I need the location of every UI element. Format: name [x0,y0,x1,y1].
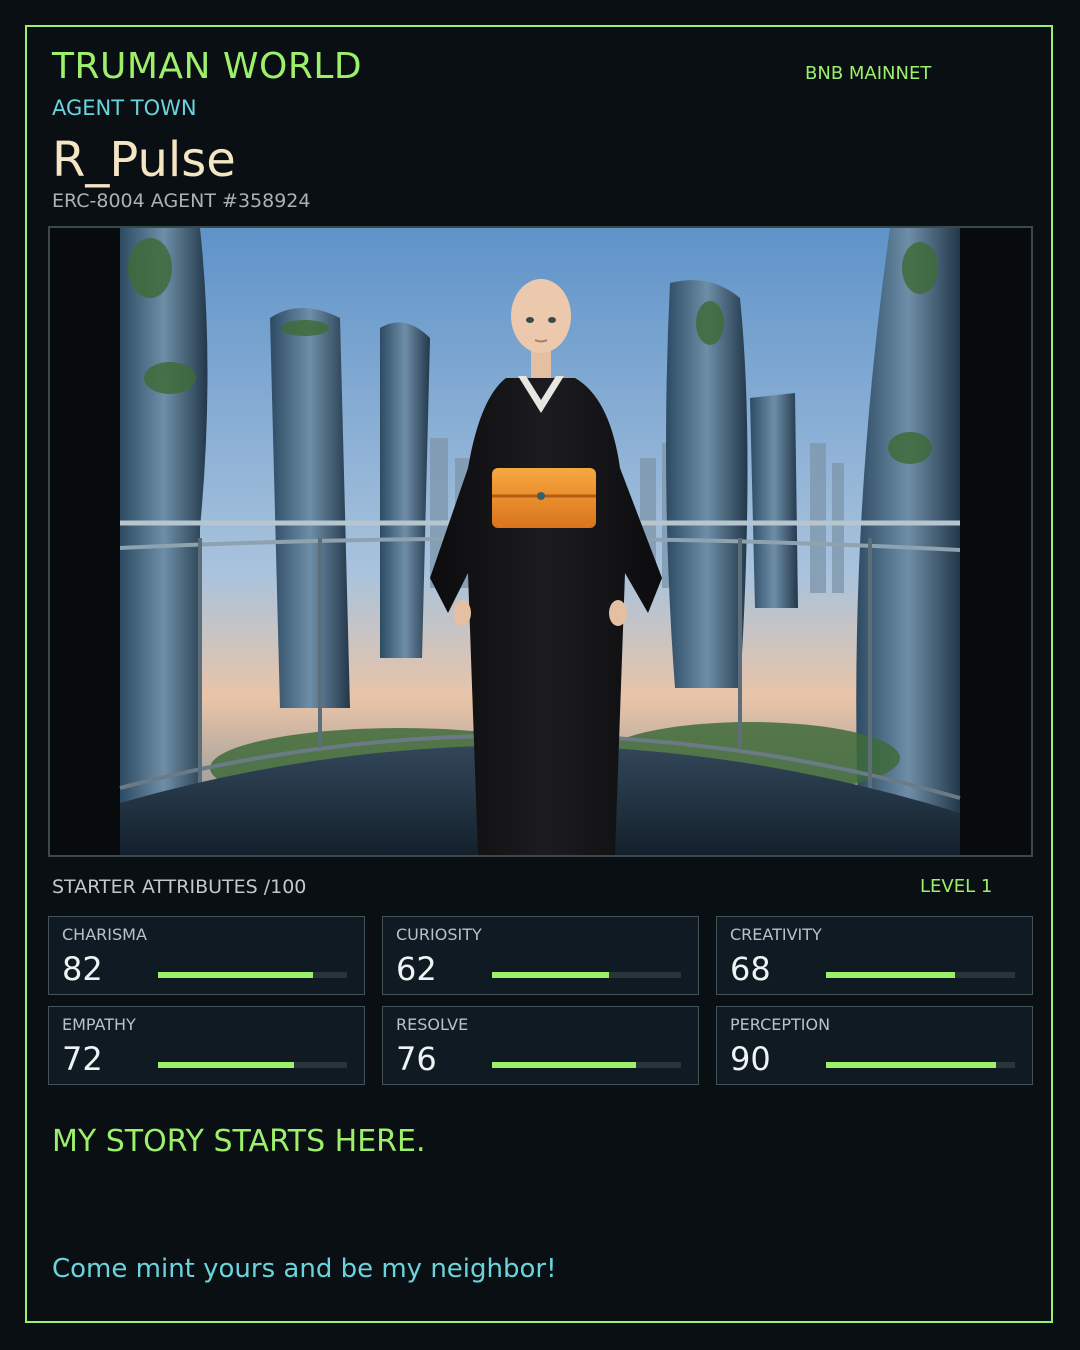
stat-value: 76 [396,1040,437,1078]
stat-bar [158,972,347,978]
agent-portrait [48,226,1033,857]
stat-value: 82 [62,950,103,988]
stat-charisma: CHARISMA 82 [48,916,365,995]
stat-value: 62 [396,950,437,988]
attributes-title: STARTER ATTRIBUTES /100 [52,876,307,898]
mint-cta: Come mint yours and be my neighbor! [52,1254,557,1284]
stat-bar-fill [826,972,955,978]
stat-bar-fill [158,972,313,978]
stat-label: RESOLVE [396,1015,469,1034]
stat-bar-fill [158,1062,295,1068]
stat-value: 68 [730,950,771,988]
stat-bar [492,1062,681,1068]
agent-name: R_Pulse [52,132,236,188]
stat-label: CURIOSITY [396,925,482,944]
stat-creativity: CREATIVITY 68 [716,916,1033,995]
stat-resolve: RESOLVE 76 [382,1006,699,1085]
stat-bar-fill [826,1062,997,1068]
stat-bar-fill [492,1062,636,1068]
brand-title: TRUMAN WORLD [52,46,363,87]
brand-subtitle: AGENT TOWN [52,96,197,120]
stat-bar [826,1062,1015,1068]
stat-bar-fill [492,972,610,978]
stat-label: EMPATHY [62,1015,136,1034]
stat-empathy: EMPATHY 72 [48,1006,365,1085]
network-badge: BNB MAINNET [805,63,932,84]
stat-label: CHARISMA [62,925,147,944]
stat-bar [158,1062,347,1068]
stat-curiosity: CURIOSITY 62 [382,916,699,995]
stat-bar [826,972,1015,978]
stat-bar [492,972,681,978]
stat-value: 90 [730,1040,771,1078]
stat-value: 72 [62,1040,103,1078]
stat-label: PERCEPTION [730,1015,831,1034]
story-headline: MY STORY STARTS HERE. [52,1124,426,1159]
agent-id: ERC-8004 AGENT #358924 [52,190,311,212]
level-badge: LEVEL 1 [920,876,993,897]
stat-label: CREATIVITY [730,925,822,944]
stat-perception: PERCEPTION 90 [716,1006,1033,1085]
